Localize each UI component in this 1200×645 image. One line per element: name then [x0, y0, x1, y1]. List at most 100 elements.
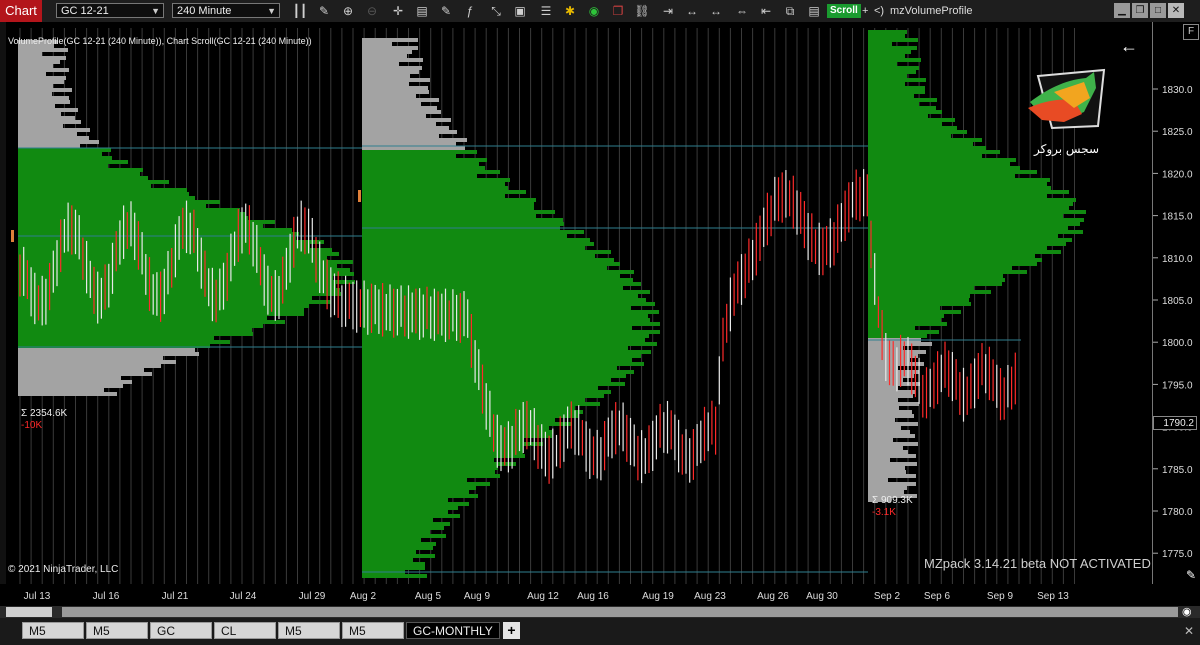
volume-profile-bar — [18, 108, 78, 112]
volume-profile-bar — [18, 228, 292, 232]
tab-m5-3[interactable]: M5 — [278, 622, 340, 639]
time-axis[interactable]: Jul 13 Jul 16 Jul 21 Jul 24 Jul 29 Aug 2 Aug 5… — [0, 568, 1200, 606]
chart-tab[interactable]: Chart — [0, 0, 42, 22]
volume-profile-bar — [868, 486, 907, 490]
scroll-thumb[interactable] — [6, 607, 52, 617]
volume-profile-bar — [868, 102, 919, 106]
link-icon[interactable]: ⇔ — [734, 3, 750, 19]
volume-profile-bar — [868, 290, 991, 294]
volume-profile-bar — [18, 304, 309, 308]
tab-gc[interactable]: GC — [150, 622, 212, 639]
volume-profile-bar — [362, 266, 607, 270]
close-button[interactable]: ✕ — [1168, 3, 1184, 18]
indicators-icon[interactable]: ✎ — [438, 3, 454, 19]
volume-profile-bar — [18, 112, 61, 116]
volume-profile-bar — [362, 378, 611, 382]
volume-profile-bar — [362, 486, 476, 490]
snapshot-icon[interactable]: ❐ — [610, 3, 626, 19]
volume-profile-bar — [868, 90, 925, 94]
volume-profile-bar — [868, 50, 911, 54]
volume-profile-bar — [18, 284, 336, 288]
add-tab-button[interactable]: + — [503, 622, 520, 639]
volume-profile-bar — [868, 130, 967, 134]
panel-settings-icon[interactable]: F — [1183, 24, 1199, 40]
price-tick-label: 1795.0 — [1162, 380, 1193, 391]
minimize-button[interactable]: ▁ — [1114, 3, 1130, 18]
tools-icon[interactable]: ✕ — [1184, 624, 1194, 638]
volume-profile-bar — [362, 514, 460, 518]
eye-icon[interactable]: ◉ — [1182, 606, 1198, 618]
volume-profile-bar — [362, 446, 523, 450]
chart-trader-icon[interactable]: ◉ — [586, 3, 602, 19]
profile3-delta: -3.1K — [872, 507, 896, 518]
scroll-expand-icon[interactable]: ↔ — [708, 3, 724, 19]
volume-profile-bar — [362, 98, 439, 102]
share-icon[interactable]: ▤ — [806, 3, 822, 19]
volume-profile-bar — [362, 278, 633, 282]
interval-select[interactable]: 240 Minute ▼ — [172, 3, 280, 18]
tab-m5-1[interactable]: M5 — [22, 622, 84, 639]
volume-profile-bar — [868, 78, 926, 82]
volume-profile-bar — [868, 402, 919, 406]
price-axis[interactable]: 1830.0 1825.0 1820.0 1815.0 1810.0 1805.0 1800… — [1152, 22, 1200, 584]
price-tick-label: 1825.0 — [1162, 127, 1193, 138]
volume-profile-bar — [868, 434, 915, 438]
time-axis-label: Aug 9 — [464, 591, 491, 602]
time-axis-label: Aug 23 — [694, 591, 726, 602]
data-box-icon[interactable]: ▤ — [414, 3, 430, 19]
volume-profile-bar — [362, 242, 594, 246]
volume-profile-bar — [868, 450, 908, 454]
volume-profile-bar — [362, 494, 478, 498]
scroll-button[interactable]: Scroll — [827, 4, 861, 18]
volume-profile-bar — [362, 138, 467, 142]
templates-icon[interactable]: ▣ — [512, 3, 528, 19]
tab-m5-2[interactable]: M5 — [86, 622, 148, 639]
crosshair-icon[interactable]: ✛ — [390, 3, 406, 19]
add-indicator-button[interactable]: + — [862, 4, 868, 18]
bar-type-icon[interactable]: ┃┃ — [292, 3, 308, 19]
maximize-button[interactable]: □ — [1150, 3, 1166, 18]
draw-tool-icon[interactable]: ⤡ — [488, 3, 504, 19]
attach-icon[interactable]: ⛓ — [634, 3, 650, 19]
volume-profile-bar — [868, 266, 1012, 270]
bug-icon[interactable]: ✱ — [562, 3, 578, 19]
volume-profile-bar — [362, 50, 412, 54]
zoom-out-icon[interactable]: ⊖ — [364, 3, 380, 19]
volume-profile-bar — [362, 70, 419, 74]
restore-button[interactable]: ❐ — [1132, 3, 1148, 18]
scroll-left-right-icon[interactable]: ↔ — [684, 3, 700, 19]
volume-profile-bar — [868, 458, 890, 462]
volume-profile-bar — [362, 406, 575, 410]
zoom-in-icon[interactable]: ⊕ — [340, 3, 356, 19]
volume-profile-bar — [362, 574, 427, 578]
tab-cl[interactable]: CL — [214, 622, 276, 639]
chart-panel[interactable]: VolumeProfile(GC 12-21 (240 Minute)), Ch… — [0, 22, 1152, 584]
back-icon[interactable]: ⇤ — [758, 3, 774, 19]
volume-profile-bar — [868, 294, 970, 298]
volume-profile-bar — [868, 466, 905, 470]
volume-profile-bar — [18, 164, 108, 168]
properties-icon[interactable]: ☰ — [538, 3, 554, 19]
time-axis-label: Jul 13 — [24, 591, 51, 602]
copy-icon[interactable]: ⧉ — [782, 3, 798, 19]
back-arrow-icon[interactable]: ← — [1120, 36, 1138, 57]
volume-profile-bar — [868, 126, 957, 130]
volume-profile-bar — [18, 356, 163, 360]
strategies-icon[interactable]: ƒ — [462, 3, 478, 19]
volume-profile-bar — [362, 466, 498, 470]
tab-m5-4[interactable]: M5 — [342, 622, 404, 639]
volume-profile-bar — [868, 34, 905, 38]
instrument-select[interactable]: GC 12-21 ▼ — [56, 3, 164, 18]
volume-profile-bar — [868, 302, 971, 306]
chart-canvas[interactable] — [6, 22, 1152, 584]
draw-pencil-icon[interactable]: ✎ — [316, 3, 332, 19]
tab-gc-monthly[interactable]: GC-MONTHLY — [406, 622, 500, 639]
volume-profile-bar — [362, 386, 598, 390]
volume-profile-bar — [18, 136, 89, 140]
scale-icon[interactable]: ⇥ — [660, 3, 676, 19]
current-price-marker: 1790.2 — [1153, 416, 1197, 430]
horizontal-scrollbar[interactable]: ◉ — [0, 606, 1200, 618]
volume-profile-bar — [362, 370, 634, 374]
scroll-track[interactable] — [62, 607, 1178, 617]
time-axis-label: Aug 26 — [757, 591, 789, 602]
